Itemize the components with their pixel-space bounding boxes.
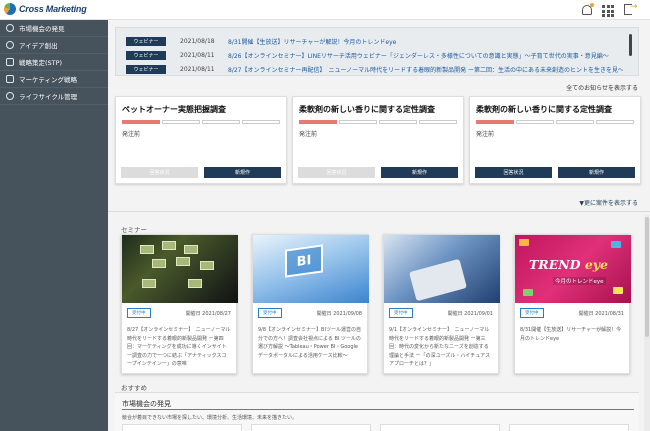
seminar-image: BI: [253, 235, 369, 303]
seminar-date: 開催日 2021/09/01: [447, 310, 493, 317]
status-badge: 受付中: [520, 308, 544, 318]
trend-eye: eye: [584, 257, 609, 272]
logo[interactable]: Cross Marketing: [4, 3, 87, 15]
news-badge: ウェビナー: [126, 36, 166, 46]
main-scrollbar-thumb[interactable]: [645, 217, 649, 337]
sidebar-item-lifecycle[interactable]: ライフサイクル管理: [0, 88, 108, 105]
project-title: 柔軟剤の新しい香りに関する定性調査: [476, 105, 612, 114]
sidebar-item-discovery[interactable]: 市場機会の発見: [0, 20, 108, 37]
seminar-description: 8/27【オンラインセミナー】 ニューノーマル時代をリードする着眼的新製品開発 …: [127, 327, 231, 367]
news-date: 2021/08/18: [180, 37, 215, 45]
news-badge: ウェビナー: [126, 64, 166, 74]
more-projects-link[interactable]: ▼更に案件を表示する: [579, 198, 638, 207]
status-badge: 受付中: [389, 308, 413, 318]
new-create-button[interactable]: 新規作: [204, 167, 281, 178]
all-news-link[interactable]: 全てのお知らせを表示する: [566, 83, 638, 92]
sidebar-item-label: 戦略策定(STP): [19, 59, 63, 67]
discovery-icon: [6, 24, 14, 32]
news-title-link[interactable]: 8/26【オンラインセミナー】LINEリサーチ活用ウェビナー「ジェンダーレス・多…: [228, 51, 623, 60]
project-status: 発注前: [299, 131, 318, 138]
seminar-date: 開催日 2021/09/08: [316, 310, 362, 317]
status-badge: 受付中: [127, 308, 151, 318]
main-scrollbar[interactable]: [644, 215, 650, 431]
trend-title: TREND: [529, 257, 581, 272]
news-panel: ウェビナー 2021/08/18 8/31開催【生放送】リサーチャーが解説！今月…: [115, 27, 639, 76]
trend-subtitle: 今月のトレンドeye: [553, 277, 606, 285]
seminar-section-label: セミナー: [121, 226, 147, 234]
project-status: 発注前: [122, 131, 141, 138]
logout-icon[interactable]: [624, 2, 638, 15]
recommend-card[interactable]: [509, 424, 629, 431]
seminar-card[interactable]: BI 受付中 開催日 2021/09/08 9/8【オンラインセミナー】BIツー…: [252, 234, 369, 374]
news-title-link[interactable]: 8/27【オンラインセミナー再配信】 ニューノーマル時代をリードする着眼的新製品…: [228, 65, 623, 74]
apps-grid-icon[interactable]: [602, 4, 614, 17]
recommend-card[interactable]: [251, 424, 371, 431]
logo-mark-icon: [4, 3, 16, 15]
project-card[interactable]: 柔軟剤の新しい香りに関する定性調査 発注前 回答状況 新規作: [292, 96, 464, 184]
project-card[interactable]: 柔軟剤の新しい香りに関する定性調査 発注前 回答状況 新規作: [469, 96, 641, 184]
news-title-link[interactable]: 8/31開催【生放送】リサーチャーが解説！今月のトレンドeye: [228, 37, 623, 46]
new-create-button[interactable]: 新規作: [558, 167, 635, 178]
idea-icon: [6, 41, 14, 49]
seminar-date: 開催日 2021/08/27: [185, 310, 231, 317]
recommend-cards: [122, 424, 629, 431]
response-status-button[interactable]: 回答状況: [475, 167, 552, 178]
progress-bar: [299, 120, 457, 124]
seminar-image: TREND eye 今月のトレンドeye: [515, 235, 631, 303]
news-badge: ウェビナー: [126, 50, 166, 60]
seminar-card[interactable]: 受付中 開催日 2021/09/01 9/1【オンラインセミナー】 ニューノーマ…: [383, 234, 500, 374]
project-cards: ペットオーナー実態把握調査 発注前 回答状況 新規作 柔軟剤の新しい香りに関する…: [115, 96, 641, 188]
sidebar: 市場機会の発見 アイデア創出 戦略策定(STP) マーケティング戦略 ライフサイ…: [0, 20, 108, 431]
recommend-underline: [122, 409, 634, 410]
sidebar-item-label: アイデア創出: [19, 42, 58, 50]
strategy-icon: [6, 58, 14, 66]
main-content: ウェビナー 2021/08/18 8/31開催【生放送】リサーチャーが解説！今月…: [108, 20, 650, 431]
seminar-date: 開催日 2021/08/31: [578, 310, 624, 317]
news-row[interactable]: ウェビナー 2021/08/18 8/31開催【生放送】リサーチャーが解説！今月…: [116, 34, 638, 48]
seminar-description: 9/1【オンラインセミナー】 ニューノーマル時代をリードする着眼的新製品開発 ー…: [389, 327, 491, 367]
news-date: 2021/08/11: [180, 51, 215, 59]
news-date: 2021/08/11: [180, 65, 215, 73]
sidebar-item-strategy[interactable]: 戦略策定(STP): [0, 54, 108, 71]
seminar-card[interactable]: TREND eye 今月のトレンドeye 受付中 開催日 2021/08/31 …: [514, 234, 631, 374]
sidebar-item-label: ライフサイクル管理: [19, 93, 78, 101]
news-row[interactable]: ウェビナー 2021/08/11 8/27【オンラインセミナー再配信】 ニューノ…: [116, 62, 638, 76]
recommend-section-title: 市場機会の発見: [122, 400, 171, 408]
sidebar-item-label: マーケティング戦略: [19, 76, 77, 84]
recommend-section: 市場機会の発見 競合が着目できない市場を探したい、環境分析、生活環境、未来を描き…: [115, 392, 639, 431]
sidebar-item-idea[interactable]: アイデア創出: [0, 37, 108, 54]
project-status: 発注前: [476, 131, 495, 138]
seminar-image: [384, 235, 500, 303]
header-actions: [582, 2, 638, 17]
seminar-description: 8/31開催【生放送】リサーチャーが解説！今月のトレンドeye: [520, 327, 622, 342]
logo-text: Cross Marketing: [19, 4, 87, 14]
new-create-button[interactable]: 新規作: [381, 167, 458, 178]
status-badge: 受付中: [258, 308, 282, 318]
recommend-card[interactable]: [122, 424, 242, 431]
news-row[interactable]: ウェビナー 2021/08/11 8/26【オンラインセミナー】LINEリサーチ…: [116, 48, 638, 62]
news-scrollbar[interactable]: [629, 34, 632, 56]
seminar-card[interactable]: 受付中 開催日 2021/08/27 8/27【オンラインセミナー】 ニューノー…: [121, 234, 238, 374]
project-title: ペットオーナー実態把握調査: [122, 105, 226, 114]
response-status-button[interactable]: 回答状況: [121, 167, 198, 178]
sidebar-item-label: 市場機会の発見: [19, 25, 65, 33]
marketing-icon: [6, 75, 14, 83]
progress-bar: [122, 120, 280, 124]
seminar-image: [122, 235, 238, 303]
project-title: 柔軟剤の新しい香りに関する定性調査: [299, 105, 435, 114]
sidebar-item-marketing[interactable]: マーケティング戦略: [0, 71, 108, 88]
recommend-description: 競合が着目できない市場を探したい、環境分析、生活環境、未来を描きたい。: [122, 415, 298, 421]
recommend-label: おすすめ: [121, 384, 147, 392]
response-status-button[interactable]: 回答状況: [298, 167, 375, 178]
seminar-cards: 受付中 開催日 2021/08/27 8/27【オンラインセミナー】 ニューノー…: [121, 234, 631, 374]
progress-bar: [476, 120, 634, 124]
top-bar: Cross Marketing: [0, 0, 650, 20]
bell-icon[interactable]: [582, 3, 594, 15]
seminar-description: 9/8【オンラインセミナー】BIツール運営の自分での方へ！調査会社視点による B…: [258, 327, 361, 359]
divider: [108, 211, 650, 212]
recommend-card[interactable]: [380, 424, 500, 431]
lifecycle-icon: [6, 92, 14, 100]
project-card[interactable]: ペットオーナー実態把握調査 発注前 回答状況 新規作: [115, 96, 287, 184]
